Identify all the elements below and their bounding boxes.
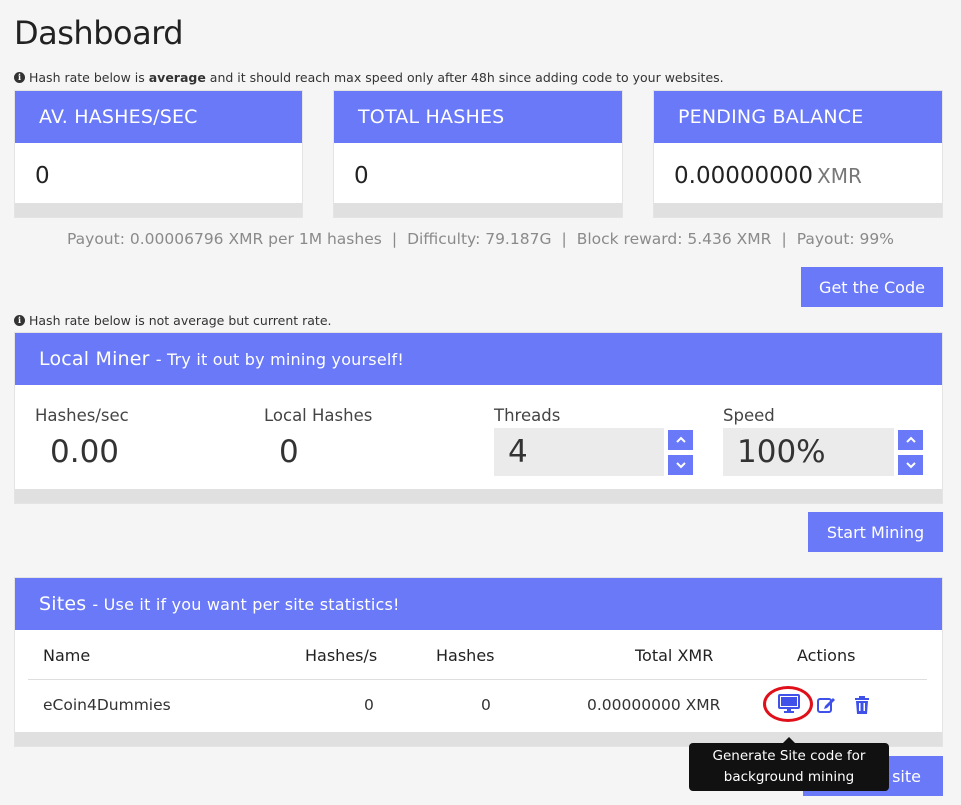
start-mining-button[interactable]: Start Mining — [808, 512, 943, 552]
threads-decrement-button[interactable] — [668, 455, 693, 475]
trash-icon[interactable] — [854, 696, 870, 714]
stat-label: PENDING BALANCE — [654, 91, 942, 143]
chevron-down-icon — [905, 462, 916, 469]
chevron-up-icon — [905, 436, 916, 443]
stat-label: TOTAL HASHES — [334, 91, 622, 143]
highlight-circle — [763, 686, 813, 722]
get-code-button[interactable]: Get the Code — [801, 267, 943, 307]
threads-input[interactable]: 4 — [494, 428, 664, 476]
threads-increment-button[interactable] — [668, 430, 693, 450]
column-header-name: Name — [43, 646, 91, 665]
site-hashes-s: 0 — [364, 696, 374, 714]
edit-icon[interactable] — [817, 695, 837, 714]
speed-input[interactable]: 100% — [723, 428, 894, 476]
stat-card-pending-balance: PENDING BALANCE 0.00000000 XMR — [653, 90, 943, 218]
column-header-hashes: Hashes — [436, 646, 495, 665]
info-icon: i — [14, 315, 25, 326]
stat-value: 0 — [35, 163, 50, 189]
column-header-hashes-s: Hashes/s — [305, 646, 378, 665]
threads-label: Threads — [494, 406, 561, 425]
hashes-sec-value: 0.00 — [50, 434, 120, 470]
chevron-up-icon — [675, 436, 686, 443]
site-hashes: 0 — [481, 696, 491, 714]
site-total-xmr: 0.00000000 XMR — [587, 696, 721, 714]
column-header-total-xmr: Total XMR — [635, 646, 714, 665]
network-stats: Payout: 0.00006796 XMR per 1M hashes | Dif… — [67, 230, 894, 248]
local-hashes-label: Local Hashes — [264, 406, 373, 425]
stat-card-av-hashes: AV. HASHES/SEC 0 — [14, 90, 303, 218]
stat-value: 0.00000000 XMR — [674, 163, 862, 189]
info-icon: i — [14, 72, 25, 83]
average-note: i Hash rate below is average and it shou… — [14, 70, 724, 85]
chevron-down-icon — [675, 462, 686, 469]
local-miner-card: Local Miner - Try it out by mining yourse… — [14, 332, 943, 504]
sites-header: Sites - Use it if you want per site stati… — [15, 578, 942, 630]
speed-increment-button[interactable] — [898, 430, 923, 450]
stat-label: AV. HASHES/SEC — [15, 91, 302, 143]
local-miner-header: Local Miner - Try it out by mining yourse… — [15, 333, 942, 385]
stat-card-total-hashes: TOTAL HASHES 0 — [333, 90, 623, 218]
speed-label: Speed — [723, 406, 775, 425]
local-hashes-value: 0 — [279, 434, 299, 470]
hashes-sec-label: Hashes/sec — [35, 406, 129, 425]
page-title: Dashboard — [14, 14, 184, 52]
speed-decrement-button[interactable] — [898, 455, 923, 475]
stat-value: 0 — [354, 163, 369, 189]
site-name: eCoin4Dummies — [43, 696, 171, 714]
tooltip: Generate Site code for background mining — [689, 737, 889, 791]
current-rate-note: i Hash rate below is not average but cur… — [14, 313, 331, 328]
column-header-actions: Actions — [797, 646, 856, 665]
